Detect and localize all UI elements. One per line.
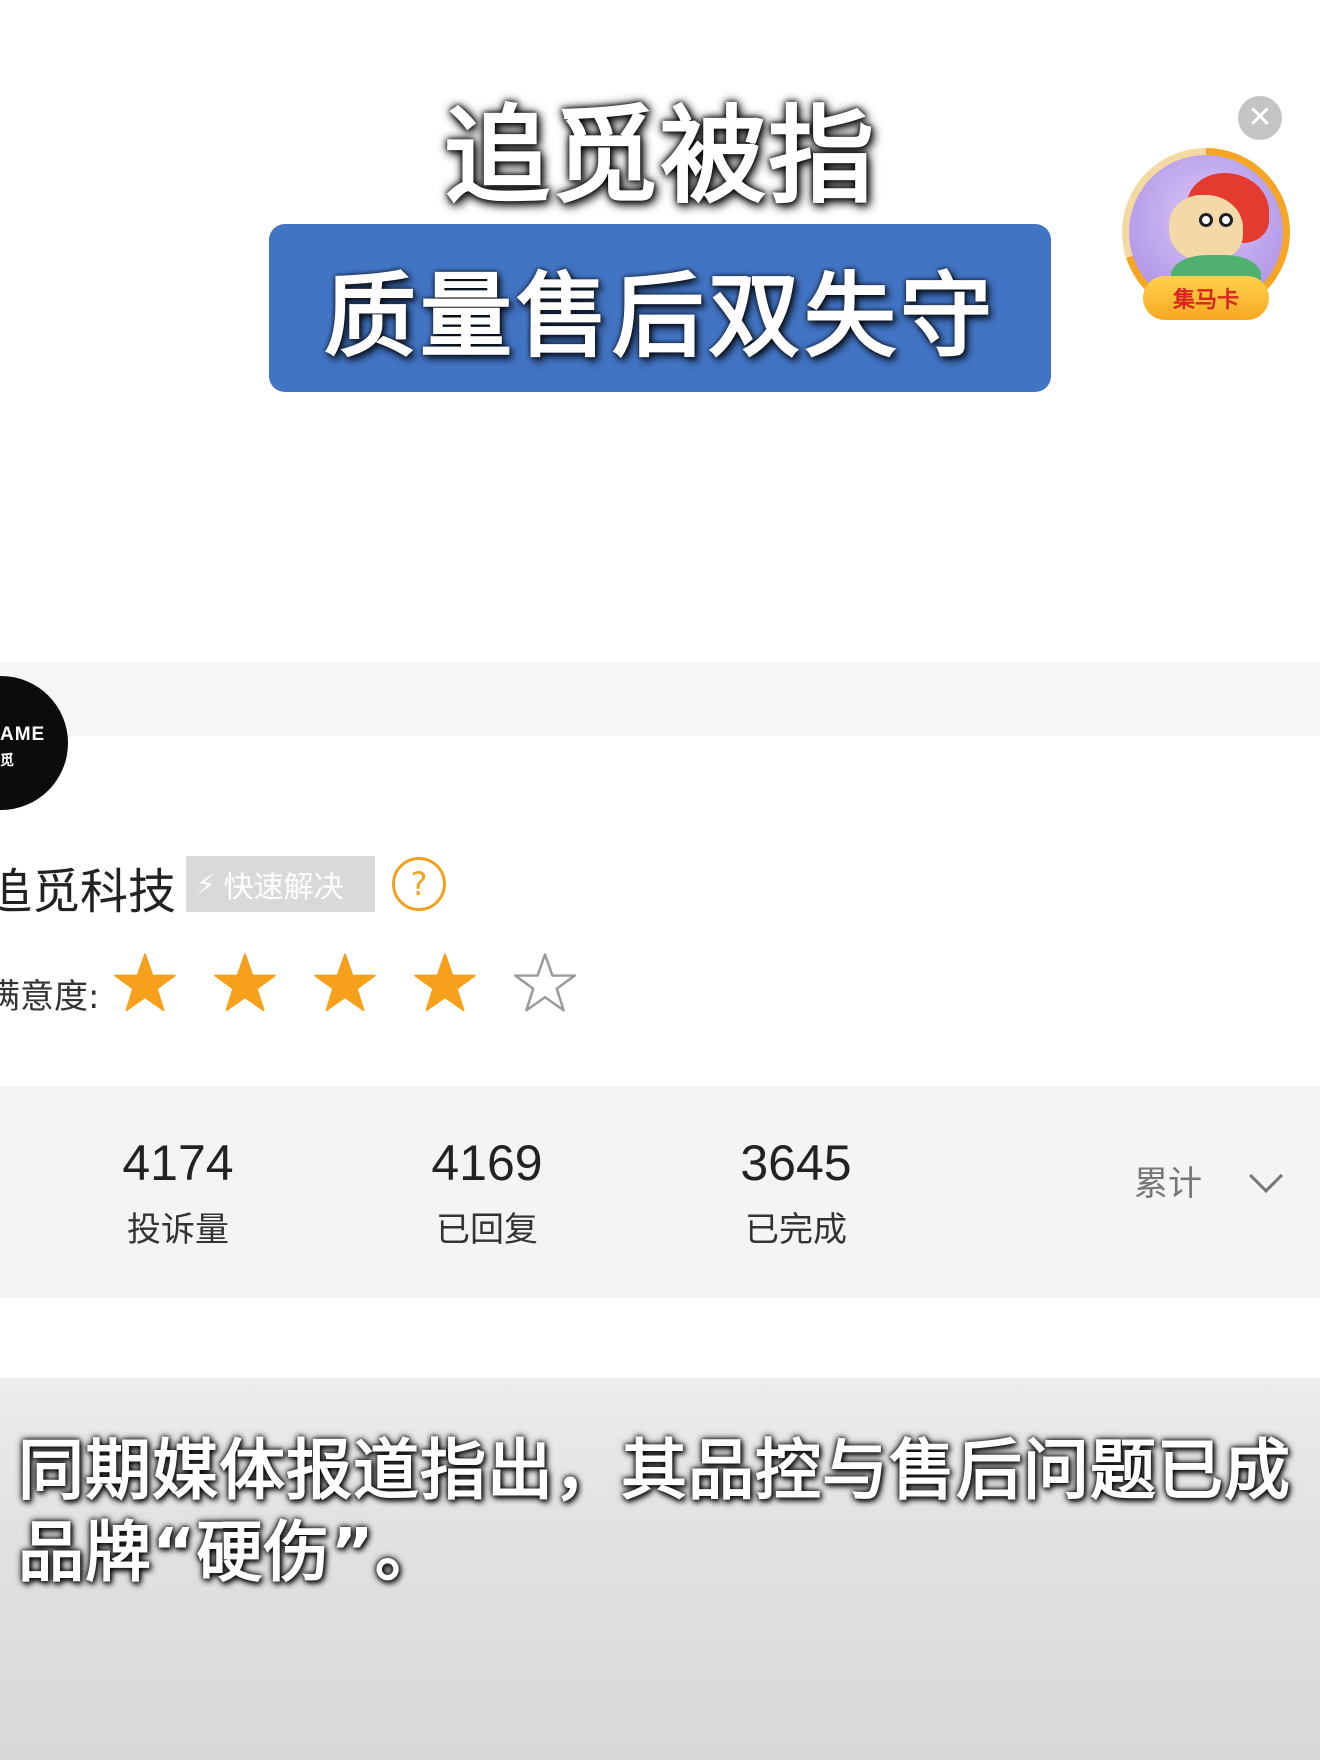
stat-completed[interactable]: 3645 已完成	[686, 1134, 906, 1251]
mascot-eye-icon	[1199, 213, 1213, 227]
period-select[interactable]: 累计	[1134, 1156, 1202, 1205]
lightning-icon: ⚡	[196, 867, 216, 901]
mascot-eye-icon	[1219, 213, 1233, 227]
star-filled-icon	[114, 953, 176, 1012]
quick-resolve-tag: ⚡ 快速解决	[186, 856, 375, 912]
mascot-head	[1169, 195, 1243, 261]
quick-resolve-label: 快速解决	[223, 870, 344, 905]
stat-replied[interactable]: 4169 已回复	[377, 1134, 597, 1251]
badge-label[interactable]: 集马卡	[1143, 276, 1269, 320]
stats-panel: 4174 投诉量 4169 已回复 3645 已完成 累计	[0, 1086, 1320, 1298]
star-empty-icon	[514, 953, 576, 1012]
chevron-down-icon[interactable]	[1249, 1159, 1283, 1193]
stat-label: 已完成	[745, 1210, 847, 1250]
section-divider	[0, 662, 1320, 736]
star-filled-icon	[414, 953, 476, 1012]
rating-stars	[114, 952, 576, 1014]
close-icon[interactable]: ✕	[1238, 96, 1282, 140]
stat-value: 3645	[740, 1135, 852, 1191]
company-name: 追觅科技	[0, 864, 177, 920]
stat-value: 4174	[122, 1135, 234, 1191]
stat-complaints[interactable]: 4174 投诉量	[68, 1134, 288, 1251]
star-filled-icon	[214, 953, 276, 1012]
star-filled-icon	[314, 953, 376, 1012]
headline-banner-text: 质量售后双失守	[323, 262, 996, 370]
video-subtitle: 同期媒体报道指出，其品控与售后问题已成品牌“硬伤”。	[18, 1432, 1291, 1591]
satisfaction-label: 满意度:	[0, 977, 100, 1017]
headline-title: 追觅被指	[444, 95, 876, 218]
stat-label: 投诉量	[127, 1210, 229, 1250]
stat-label: 已回复	[436, 1210, 538, 1250]
question-icon[interactable]: ?	[392, 857, 446, 911]
headline-banner: 质量售后双失守	[269, 224, 1051, 392]
stat-value: 4169	[431, 1135, 543, 1191]
logo-text: AME	[0, 724, 46, 745]
logo-subtext: 觅	[0, 753, 14, 769]
